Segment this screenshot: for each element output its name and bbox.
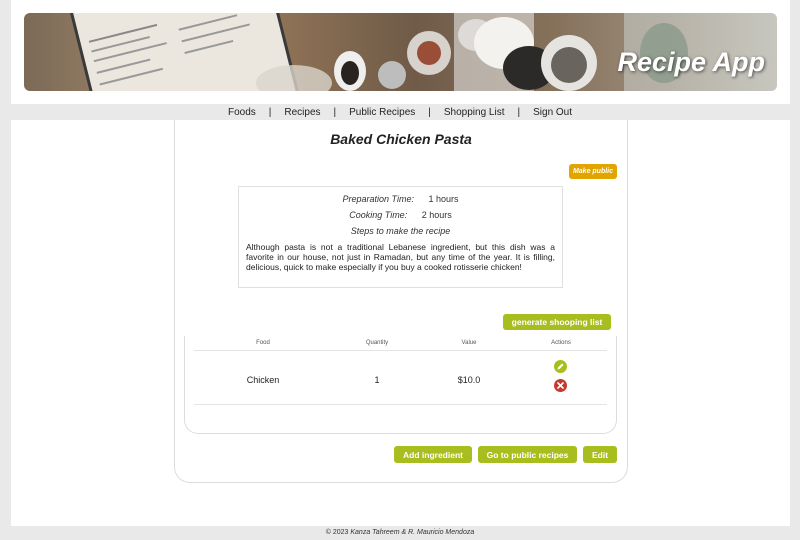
steps-heading: Steps to make the recipe [350, 226, 451, 236]
nav-item-sign-out[interactable]: Sign Out [520, 107, 585, 118]
recipe-description: Although pasta is not a traditional Leba… [246, 242, 555, 272]
footer-copyright: © 2023 [325, 529, 351, 536]
cell-food: Chicken [246, 375, 280, 385]
go-to-public-recipes-button[interactable]: Go to public recipes [478, 446, 577, 463]
nav-item-public-recipes[interactable]: Public Recipes [336, 107, 428, 118]
prep-time-label: Preparation Time: [342, 194, 414, 204]
cell-value: $10.0 [457, 375, 481, 385]
table-header-divider [194, 350, 607, 351]
table-row-divider [194, 404, 607, 405]
nav-item-recipes[interactable]: Recipes [271, 107, 333, 118]
cook-time-label: Cooking Time: [349, 210, 408, 220]
prep-time-row: Preparation Time: 1 hours [239, 194, 562, 204]
edit-ingredient-button[interactable] [554, 360, 567, 373]
recipe-title: Baked Chicken Pasta [330, 131, 472, 147]
make-public-button[interactable]: Make public [569, 164, 617, 179]
header-banner: Recipe App [24, 13, 777, 91]
column-header-value: Value [461, 340, 477, 346]
close-icon [557, 382, 564, 389]
footer: © 2023 Kanza Tahreem & R. Mauricio Mendo… [0, 529, 800, 536]
generate-shopping-list-button[interactable]: generate shooping list [503, 314, 611, 330]
cook-time-row: Cooking Time: 2 hours [239, 210, 562, 220]
recipe-info-box: Preparation Time: 1 hours Cooking Time: … [238, 186, 563, 288]
delete-ingredient-button[interactable] [554, 379, 567, 392]
prep-time-value: 1 hours [428, 194, 459, 204]
pencil-icon [557, 363, 564, 370]
footer-authors: Kanza Tahreem & R. Mauricio Mendoza [350, 529, 475, 536]
main-nav: Foods | Recipes | Public Recipes | Shopp… [0, 104, 800, 120]
cook-time-value: 2 hours [421, 210, 452, 220]
column-header-actions: Actions [551, 340, 571, 346]
nav-item-shopping-list[interactable]: Shopping List [431, 107, 518, 118]
edit-recipe-button[interactable]: Edit [583, 446, 617, 463]
nav-item-foods[interactable]: Foods [215, 107, 269, 118]
add-ingredient-button[interactable]: Add ingredient [394, 446, 472, 463]
cell-quantity: 1 [374, 375, 380, 385]
app-title: Recipe App [617, 47, 765, 77]
column-header-food: Food [256, 340, 270, 346]
column-header-quantity: Quantity [365, 340, 389, 346]
